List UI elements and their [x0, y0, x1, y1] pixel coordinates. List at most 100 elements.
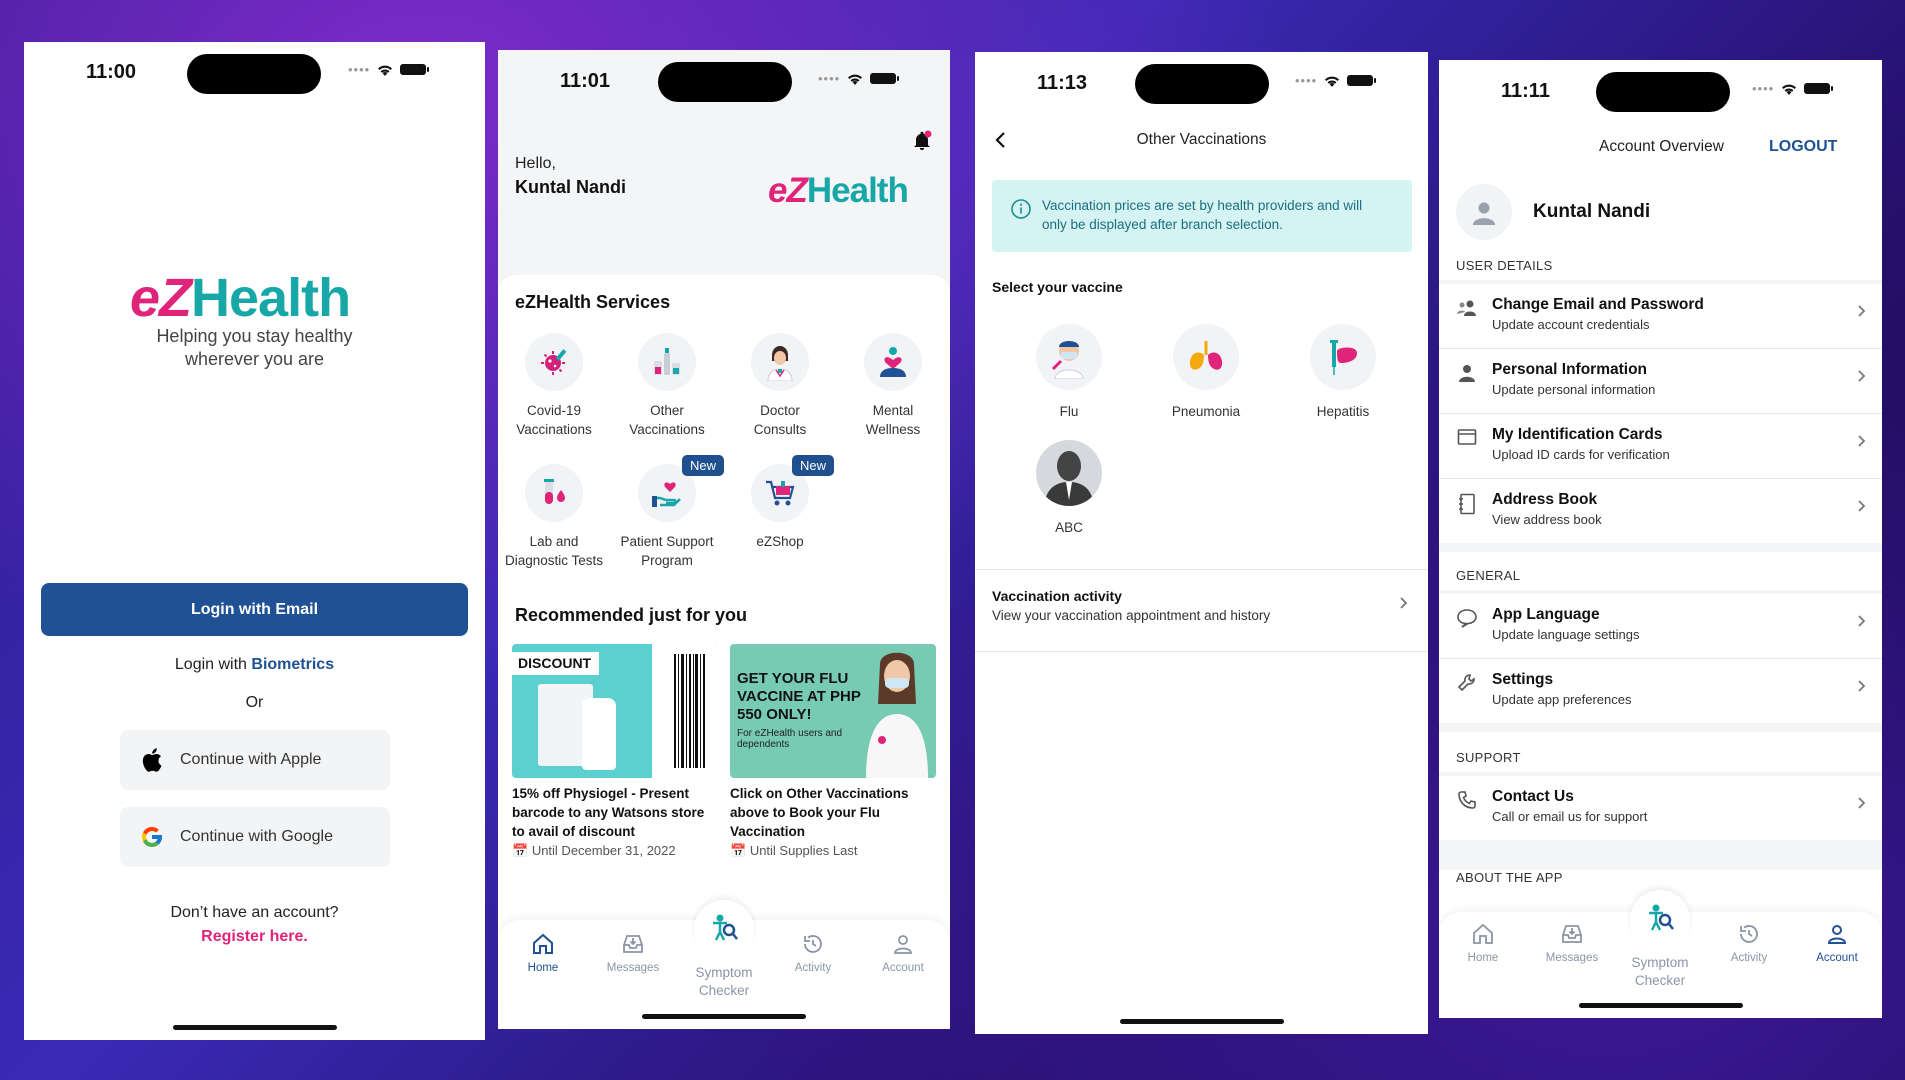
row-personal-information[interactable]: Personal Information Update personal inf… — [1439, 349, 1882, 413]
tagline-line-2: wherever you are — [184, 349, 325, 369]
row-identification-cards[interactable]: My Identification Cards Upload ID cards … — [1439, 414, 1882, 478]
logout-button[interactable]: LOGOUT — [1769, 138, 1837, 156]
vaccine-option-hepatitis[interactable]: Hepatitis — [1288, 324, 1398, 419]
service-label-line2: Wellness — [865, 422, 921, 437]
promo-card-physiogel[interactable]: DISCOUNT 15% off Physiogel - Present bar… — [512, 644, 718, 860]
vaccine-option-flu[interactable]: Flu — [1014, 324, 1124, 419]
apple-button-label: Continue with Apple — [180, 751, 322, 768]
service-lab-and-diagnostic-tests[interactable]: Lab and Diagnostic Tests — [498, 464, 610, 570]
continue-with-google-button[interactable]: Continue with Google — [120, 807, 390, 867]
tab-label: Activity — [794, 962, 832, 974]
service-label-line2: Program — [641, 553, 693, 568]
battery-icon — [870, 73, 900, 84]
row-subtitle: Update app preferences — [1492, 692, 1632, 707]
tab-messages[interactable]: Messages — [593, 926, 673, 974]
vaccine-option-pneumonia[interactable]: Pneumonia — [1151, 324, 1261, 419]
info-icon — [1011, 199, 1031, 219]
chevron-right-icon — [1858, 680, 1866, 692]
row-contact-us[interactable]: Contact Us Call or email us for support — [1439, 776, 1882, 840]
tab-messages[interactable]: Messages — [1532, 916, 1612, 964]
battery-icon — [1347, 75, 1377, 86]
row-subtitle: View address book — [1492, 512, 1602, 527]
tab-label: Activity — [1730, 952, 1768, 964]
row-title: Change Email and Password — [1492, 296, 1704, 313]
login-with-email-button[interactable]: Login with Email — [41, 583, 468, 636]
new-badge: New — [682, 455, 725, 476]
activity-title: Vaccination activity — [992, 588, 1122, 604]
ezhealth-logo: eZHealth — [768, 171, 909, 210]
vaccination-activity-row[interactable]: Vaccination activity View your vaccinati… — [975, 570, 1428, 652]
history-icon — [1740, 925, 1758, 943]
activity-subtitle: View your vaccination appointment and hi… — [992, 608, 1271, 623]
tab-label: Home — [1467, 952, 1499, 964]
page-title: Other Vaccinations — [1136, 131, 1267, 148]
person-icon — [1827, 925, 1847, 944]
login-biometrics-line: Login with Biometrics — [24, 656, 485, 674]
promo-image-flu: GET YOUR FLU VACCINE AT PHP 550 ONLY! Fo… — [730, 644, 936, 778]
service-ezshop[interactable]: eZShop — [724, 464, 836, 551]
chevron-right-icon — [1858, 500, 1866, 512]
inbox-icon — [1562, 925, 1582, 943]
continue-with-apple-button[interactable]: Continue with Apple — [120, 730, 390, 790]
tab-symptom-checker-label: Symptom Checker — [1610, 954, 1710, 990]
service-label-line2: Consults — [753, 422, 807, 437]
chat-bubble-icon — [1456, 608, 1478, 630]
row-title: Settings — [1492, 671, 1554, 688]
login-with-label: Login with — [174, 656, 252, 673]
no-account-text: Don’t have an account? — [170, 904, 339, 921]
section-about-the-app: ABOUT THE APP — [1456, 870, 1563, 885]
or-divider: Or — [245, 694, 264, 711]
tab-symptom-checker[interactable] — [684, 912, 764, 948]
service-other-vaccinations[interactable]: Other Vaccinations — [611, 333, 723, 439]
tagline-line-1: Helping you stay healthy — [156, 326, 353, 346]
service-mental-wellness[interactable]: Mental Wellness — [837, 333, 949, 439]
row-change-email-password[interactable]: Change Email and Password Update account… — [1439, 284, 1882, 348]
promo-card-flu-vaccine[interactable]: GET YOUR FLU VACCINE AT PHP 550 ONLY! Fo… — [730, 644, 936, 860]
tab-label-line2: Checker — [698, 983, 750, 998]
tab-label-line2: Checker — [1634, 973, 1686, 988]
row-address-book[interactable]: Address Book View address book — [1439, 479, 1882, 543]
row-settings[interactable]: Settings Update app preferences — [1439, 659, 1882, 723]
biometrics-link[interactable]: Biometrics — [251, 656, 334, 673]
signal-icon: •••• — [818, 71, 841, 86]
vaccine-option-abc[interactable]: ABC — [1014, 440, 1124, 535]
lungs-icon — [1173, 324, 1239, 390]
row-app-language[interactable]: App Language Update language settings — [1439, 594, 1882, 658]
tab-activity[interactable]: Activity — [1709, 916, 1789, 964]
dynamic-island — [187, 54, 321, 94]
service-label-line2: Vaccinations — [629, 422, 705, 437]
tab-account[interactable]: Account — [863, 926, 943, 974]
avatar[interactable] — [1456, 184, 1512, 240]
section-support: SUPPORT — [1456, 750, 1521, 765]
wifi-icon — [1782, 84, 1797, 95]
tab-symptom-checker[interactable] — [1620, 902, 1700, 938]
tagline: Helping you stay healthy wherever you ar… — [24, 325, 485, 371]
promo-text: 15% off Physiogel - Present barcode to a… — [512, 786, 705, 839]
section-gap — [1439, 543, 1882, 552]
row-title: Address Book — [1492, 491, 1598, 508]
promo-text: Click on Other Vaccinations above to Boo… — [730, 786, 909, 839]
status-time: 11:11 — [1501, 80, 1550, 102]
other-vaccinations-screen: 11:13 •••• Other Vaccinations Vaccinatio… — [975, 52, 1428, 1034]
status-bar: 11:00 •••• — [24, 42, 485, 112]
service-covid-19-vaccinations[interactable]: Covid-19 Vaccinations — [498, 333, 610, 439]
person-icon — [1473, 202, 1495, 225]
promo-until: 📅 Until December 31, 2022 — [512, 843, 676, 858]
dynamic-island — [658, 62, 792, 102]
tab-home[interactable]: Home — [503, 926, 583, 974]
service-label-line1: eZShop — [756, 534, 804, 549]
tab-activity[interactable]: Activity — [773, 926, 853, 974]
service-doctor-consults[interactable]: Doctor Consults — [724, 333, 836, 439]
service-label-line1: Patient Support — [620, 534, 714, 549]
row-subtitle: Call or email us for support — [1492, 809, 1648, 824]
battery-icon — [400, 64, 430, 75]
status-time: 11:01 — [560, 70, 611, 92]
service-patient-support-program[interactable]: Patient Support Program — [611, 464, 723, 570]
vaccine-label: ABC — [1055, 520, 1083, 535]
register-link[interactable]: Register here. — [24, 928, 485, 946]
notification-bell-icon[interactable] — [912, 130, 932, 152]
tab-label-line1: Symptom — [695, 965, 753, 980]
vaccine-vials-icon — [638, 333, 696, 391]
tab-home[interactable]: Home — [1443, 916, 1523, 964]
tab-account[interactable]: Account — [1797, 916, 1877, 964]
